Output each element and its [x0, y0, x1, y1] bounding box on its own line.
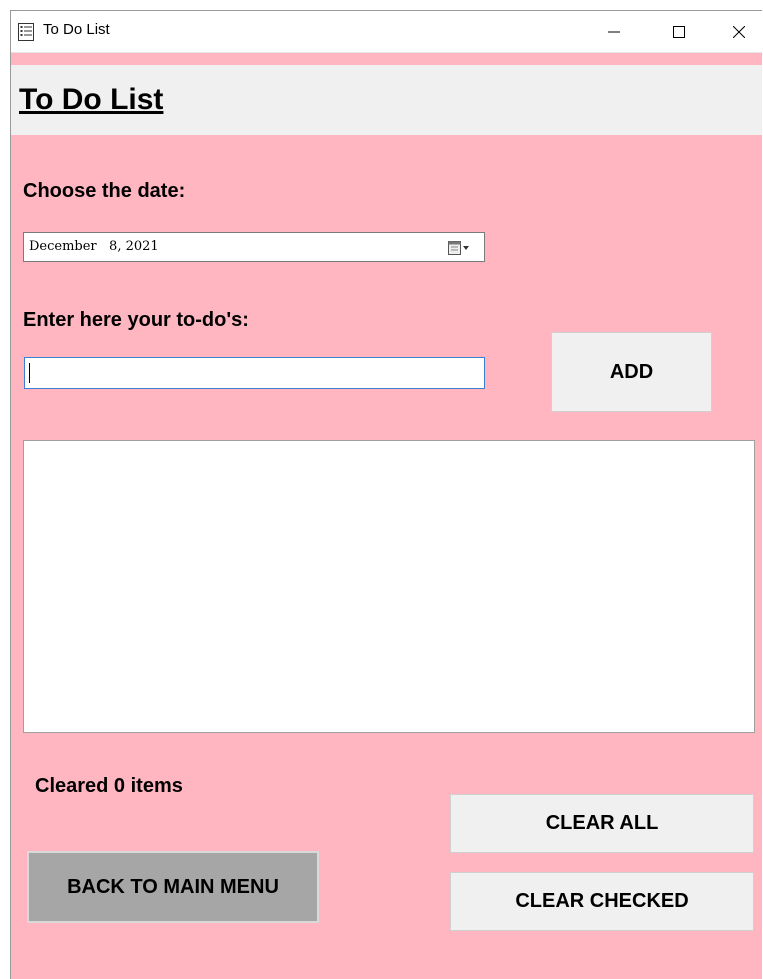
header-band: To Do List	[11, 65, 762, 135]
minimize-button[interactable]	[591, 11, 637, 53]
close-button[interactable]	[716, 11, 762, 53]
todo-label: Enter here your to-do's:	[23, 309, 249, 331]
date-value: December 8, 2021	[29, 239, 159, 254]
page-title: To Do List	[19, 83, 164, 116]
maximize-button[interactable]	[656, 11, 702, 53]
minimize-icon	[608, 31, 620, 33]
calendar-dropdown-icon[interactable]	[448, 240, 474, 256]
title-bar[interactable]: To Do List	[11, 11, 762, 53]
date-label: Choose the date:	[23, 180, 186, 202]
clear-all-button[interactable]: CLEAR ALL	[450, 794, 754, 853]
app-icon	[18, 23, 34, 41]
add-button[interactable]: ADD	[551, 332, 712, 412]
date-picker[interactable]: December 8, 2021	[23, 232, 485, 262]
app-window: To Do List To Do List Choose the date: D…	[10, 10, 762, 979]
todo-list[interactable]	[23, 440, 755, 733]
text-caret	[29, 363, 30, 383]
cleared-status: Cleared 0 items	[35, 775, 183, 797]
maximize-icon	[673, 26, 685, 38]
todo-input[interactable]	[24, 357, 485, 389]
clear-checked-button[interactable]: CLEAR CHECKED	[450, 872, 754, 931]
back-to-main-menu-button[interactable]: BACK TO MAIN MENU	[27, 851, 319, 923]
close-icon	[733, 26, 745, 38]
window-title: To Do List	[43, 21, 110, 38]
